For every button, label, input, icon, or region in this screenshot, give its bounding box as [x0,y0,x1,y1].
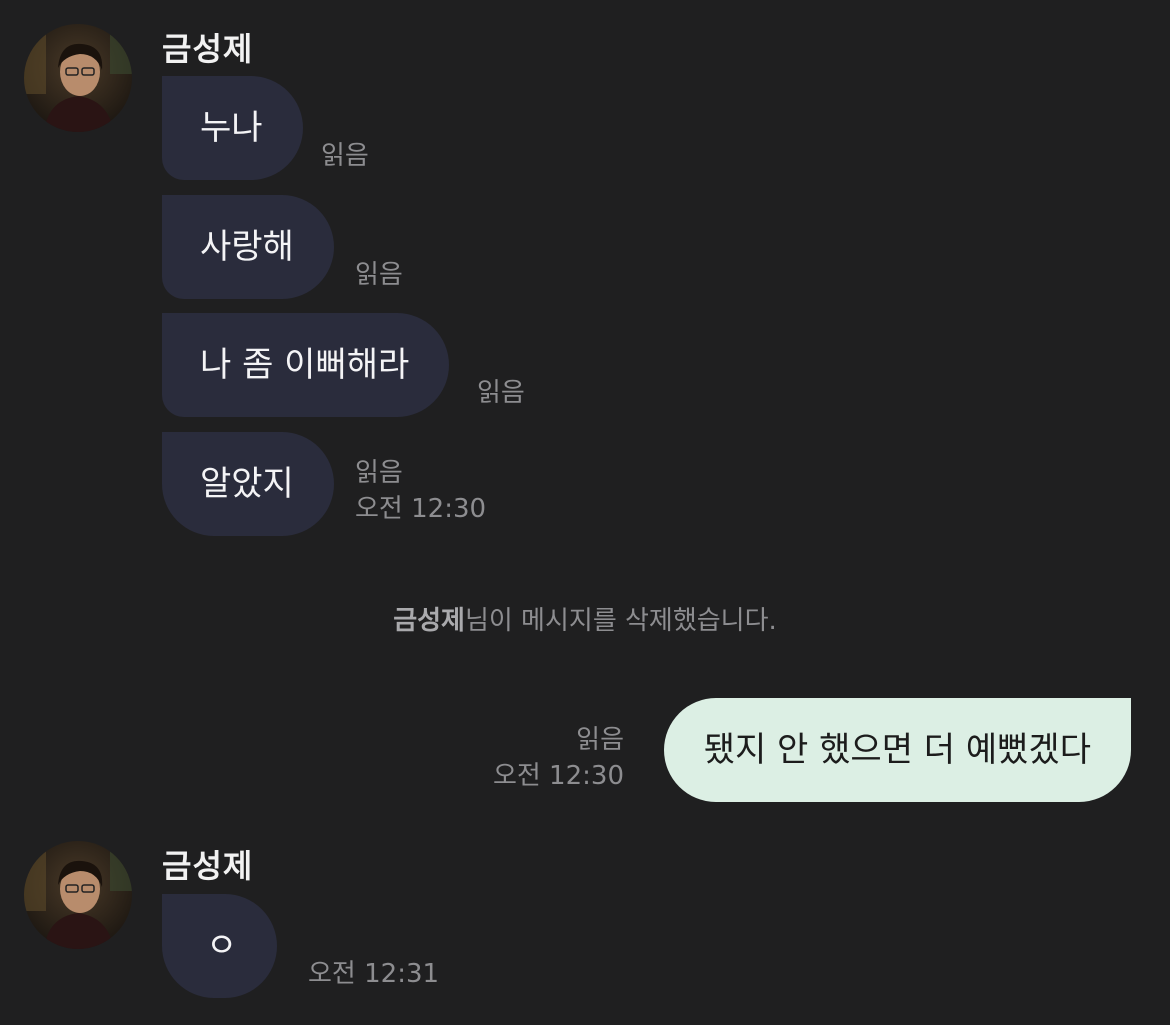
message-bubble-outgoing[interactable]: 됐지 안 했으면 더 예뻤겠다 [663,698,1131,802]
read-receipt: 읽음 [355,458,403,488]
message-bubble-incoming[interactable]: 사랑해 [162,195,334,299]
system-notice-text: 님이 메시지를 삭제했습니다. [464,606,777,636]
system-notice-name: 금성제 [393,606,465,636]
message-bubble-incoming[interactable]: 나 좀 이뻐해라 [162,313,450,417]
sender-name: 금성제 [162,847,254,885]
timestamp: 오전 12:30 [355,494,487,524]
avatar-photo [24,841,132,949]
message-meta-outgoing: 읽음 오전 12:30 [493,722,624,794]
sender-name: 금성제 [162,30,254,68]
message-meta: 읽음 오전 12:30 [355,455,486,527]
timestamp: 오전 12:31 [308,959,440,989]
avatar-photo [24,24,132,132]
sender-avatar[interactable] [24,841,132,949]
sender-avatar[interactable] [24,24,132,132]
message-bubble-incoming[interactable]: 누나 [162,76,303,180]
message-bubble-incoming[interactable]: 알았지 [162,432,334,536]
read-receipt: 읽음 [477,378,525,408]
read-receipt: 읽음 [321,141,369,171]
timestamp: 오전 12:30 [492,761,624,791]
message-bubble-incoming[interactable]: ㅇ [162,894,278,998]
read-receipt: 읽음 [576,725,624,755]
system-notice: 금성제님이 메시지를 삭제했습니다. [0,600,1170,637]
read-receipt: 읽음 [355,260,403,290]
